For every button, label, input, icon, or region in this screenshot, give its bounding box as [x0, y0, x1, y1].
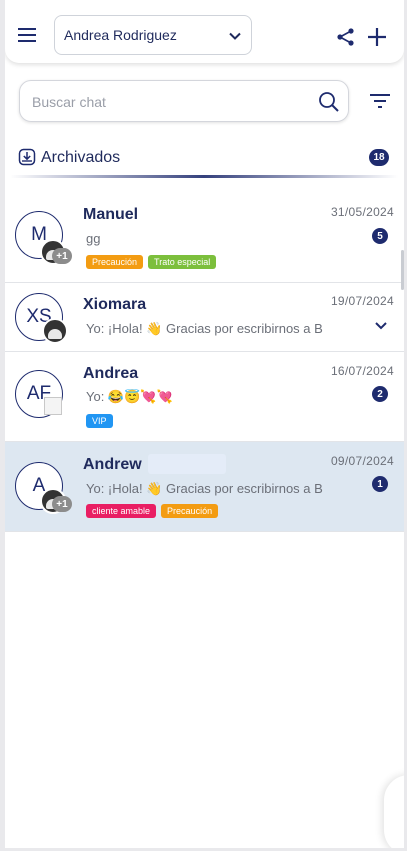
- extra-agents-count: +1: [52, 248, 72, 264]
- chat-date: 16/07/2024: [330, 364, 394, 378]
- chevron-down-icon[interactable]: [374, 320, 388, 332]
- filter-icon[interactable]: [369, 92, 391, 110]
- tag: Precaución: [86, 255, 144, 269]
- chat-preview: Yo: 😂😇💘💘: [86, 389, 173, 404]
- archive-download-icon: [18, 148, 36, 166]
- unread-badge: 2: [372, 386, 388, 402]
- chevron-down-icon: [228, 29, 242, 46]
- tag-list: Precaución Trato especial: [86, 255, 217, 269]
- extra-agents-count: +1: [52, 496, 72, 512]
- chat-date: 31/05/2024: [330, 205, 394, 219]
- archived-count-badge: 18: [369, 149, 389, 166]
- chat-item-manuel[interactable]: M +1 Manuel 31/05/2024 gg 5 Precaución T…: [5, 193, 404, 283]
- chat-date: 19/07/2024: [330, 294, 394, 308]
- highlight-placeholder: [148, 454, 226, 474]
- menu-icon[interactable]: [17, 27, 37, 43]
- chat-name: Andrea: [83, 365, 139, 382]
- floating-action-edge[interactable]: [384, 775, 404, 848]
- archived-row[interactable]: Archivados 18: [18, 146, 392, 174]
- agent-avatar: [42, 318, 68, 344]
- tag: Precaución: [161, 504, 219, 518]
- unread-badge: 5: [372, 228, 388, 244]
- tag: cliente amable: [86, 504, 157, 518]
- tag-list: VIP: [86, 414, 113, 428]
- broken-image-icon: [44, 397, 62, 415]
- add-icon[interactable]: [366, 26, 388, 48]
- tag: Trato especial: [148, 255, 217, 269]
- chat-preview: Yo: ¡Hola! 👋 Gracias por escribirnos a B: [86, 481, 323, 496]
- tag: VIP: [86, 414, 113, 428]
- account-name: Andrea Rodriguez: [64, 27, 177, 43]
- chat-item-andrew[interactable]: A +1 Andrew 09/07/2024 Yo: ¡Hola! 👋 Grac…: [5, 442, 404, 532]
- chat-preview: Yo: ¡Hola! 👋 Gracias por escribirnos a B: [86, 321, 323, 336]
- chat-app: Andrea Rodriguez Archivados 18: [5, 0, 404, 848]
- search-box: [19, 80, 349, 122]
- chat-preview: gg: [86, 231, 101, 246]
- chat-item-xiomara[interactable]: XS Xiomara 19/07/2024 Yo: ¡Hola! 👋 Graci…: [5, 283, 404, 352]
- chat-name: Andrew: [83, 456, 142, 473]
- archived-label: Archivados: [41, 149, 121, 166]
- unread-badge: 1: [372, 476, 388, 492]
- search-icon[interactable]: [318, 91, 340, 113]
- chat-name: Manuel: [83, 206, 139, 223]
- tag-list: cliente amable Precaución: [86, 504, 219, 518]
- search-input[interactable]: [30, 91, 304, 113]
- section-divider: [10, 175, 398, 178]
- account-selector[interactable]: Andrea Rodriguez: [54, 15, 252, 55]
- chat-date: 09/07/2024: [330, 454, 394, 468]
- top-bar: Andrea Rodriguez: [5, 0, 404, 63]
- chat-name: Xiomara: [83, 296, 147, 313]
- chat-item-andrea[interactable]: AF Andrea 16/07/2024 Yo: 😂😇💘💘 2 VIP: [5, 352, 404, 442]
- scrollbar[interactable]: [401, 250, 404, 290]
- share-icon[interactable]: [336, 27, 356, 47]
